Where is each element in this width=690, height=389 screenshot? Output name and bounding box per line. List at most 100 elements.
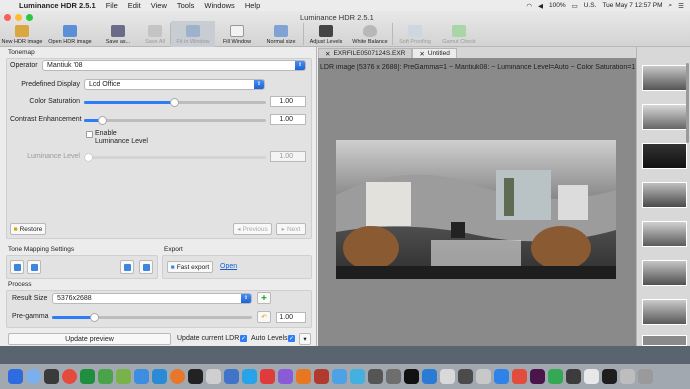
siri-icon[interactable]	[26, 369, 41, 384]
color-saturation-slider[interactable]	[84, 98, 266, 107]
soft-proofing-button[interactable]: Soft Proofing	[393, 21, 437, 47]
pre-gamma-slider[interactable]	[52, 313, 252, 322]
skype-icon[interactable]	[242, 369, 257, 384]
thumbnail-1[interactable]	[642, 65, 687, 91]
open-link[interactable]: Open	[220, 263, 237, 270]
maximize-icon[interactable]	[26, 14, 33, 21]
save-as-button[interactable]: Save as...	[96, 21, 140, 47]
tab-untitled[interactable]: ✕ Untitled	[412, 48, 457, 58]
thumbnail-scrollbar[interactable]	[686, 63, 689, 143]
image-viewer[interactable]: LDR image [5376 x 2688]: PreGamma=1 ~ Ma…	[318, 58, 636, 346]
new-hdr-button[interactable]: New HDR image	[0, 21, 44, 47]
fast-export-button[interactable]: ■ Fast export	[167, 261, 213, 273]
menu-app[interactable]: Luminance HDR 2.5.1	[14, 1, 101, 10]
auto-levels-checkbox[interactable]: ✓	[288, 335, 295, 342]
textedit-icon[interactable]	[584, 369, 599, 384]
update-preview-button[interactable]: Update preview	[8, 333, 171, 345]
thumbnail-7[interactable]	[642, 299, 687, 325]
menu-tools[interactable]: Tools	[172, 1, 200, 10]
thumbnail-4[interactable]	[642, 182, 687, 208]
clock[interactable]: Tue May 7 12:57 PM	[602, 2, 662, 9]
vlc-icon[interactable]	[296, 369, 311, 384]
android-icon[interactable]	[98, 369, 113, 384]
menu-windows[interactable]: Windows	[199, 1, 239, 10]
safari-icon[interactable]	[152, 369, 167, 384]
normal-size-button[interactable]: Normal size	[259, 21, 303, 47]
contrast-enhancement-slider[interactable]	[84, 116, 266, 125]
operator-select[interactable]: Mantiuk '08 ⇕	[42, 60, 306, 71]
github-icon[interactable]	[458, 369, 473, 384]
gamut-check-button[interactable]: Gamut Check	[437, 21, 481, 47]
wifi-icon[interactable]: ◠	[526, 2, 532, 10]
preview-icon[interactable]	[206, 369, 221, 384]
notes-icon[interactable]	[440, 369, 455, 384]
slider-knob[interactable]	[84, 153, 93, 162]
terminal-icon[interactable]	[188, 369, 203, 384]
restore-button[interactable]: ■ Restore	[10, 223, 46, 235]
battery-text[interactable]: 100%	[549, 2, 566, 9]
maps-icon[interactable]	[548, 369, 563, 384]
slider-knob[interactable]	[90, 313, 99, 322]
update-current-ldr-checkbox[interactable]: ✓	[240, 335, 247, 342]
slack-icon[interactable]	[530, 369, 545, 384]
fill-window-button[interactable]: Fill Window	[215, 21, 259, 47]
previous-button[interactable]: ◂ Previous	[233, 223, 272, 235]
thumbnail-2[interactable]	[642, 104, 687, 130]
thumbnail-8[interactable]	[642, 335, 687, 346]
fit-in-window-button[interactable]: Fit in Window	[171, 21, 215, 47]
add-size-button[interactable]: ✚	[257, 292, 271, 304]
settings-icon[interactable]	[386, 369, 401, 384]
white-balance-button[interactable]: White Balance	[348, 21, 392, 47]
result-size-select[interactable]: 5376x2688 ⇕	[52, 293, 252, 304]
close-icon[interactable]: ✕	[419, 50, 424, 58]
trash-icon[interactable]	[638, 369, 653, 384]
levels-menu-button[interactable]: ▾	[299, 333, 311, 345]
paste-settings-button[interactable]	[139, 260, 153, 274]
color-saturation-input[interactable]: 1.00	[270, 96, 306, 107]
monitor-icon[interactable]	[566, 369, 581, 384]
excel-icon[interactable]	[80, 369, 95, 384]
word-icon[interactable]	[224, 369, 239, 384]
firefox-icon[interactable]	[170, 369, 185, 384]
menu-file[interactable]: File	[101, 1, 123, 10]
tab-exrfile[interactable]: ✕ EXRFILE0507124S.EXR	[318, 48, 413, 58]
chrome-icon[interactable]	[62, 369, 77, 384]
thumbnail-6[interactable]	[642, 260, 687, 286]
save-all-button[interactable]: Save All	[140, 21, 170, 47]
menu-view[interactable]: View	[146, 1, 172, 10]
finder-icon[interactable]	[8, 369, 23, 384]
tools-icon[interactable]	[476, 369, 491, 384]
reset-gamma-button[interactable]: ↶	[257, 311, 271, 323]
photos-icon[interactable]	[278, 369, 293, 384]
downloads-icon[interactable]	[620, 369, 635, 384]
locale-text[interactable]: U.S.	[584, 2, 597, 9]
contrast-enhancement-input[interactable]: 1.00	[270, 114, 306, 125]
predefined-display-select[interactable]: Lcd Office ⇕	[84, 79, 265, 90]
copy-settings-button[interactable]	[120, 260, 134, 274]
teamviewer-icon[interactable]	[494, 369, 509, 384]
app-icon[interactable]	[314, 369, 329, 384]
save-settings-button[interactable]	[27, 260, 41, 274]
open-hdr-button[interactable]: Open HDR image	[44, 21, 96, 47]
app2-icon[interactable]	[512, 369, 527, 384]
luminance-level-slider[interactable]	[84, 153, 266, 162]
close-icon[interactable]	[4, 14, 11, 21]
appstore-icon[interactable]	[134, 369, 149, 384]
pdf-icon[interactable]	[260, 369, 275, 384]
menu-help[interactable]: Help	[240, 1, 265, 10]
enable-luminance-checkbox[interactable]	[86, 131, 93, 138]
close-icon[interactable]: ✕	[325, 50, 330, 58]
thumbnail-3[interactable]	[642, 143, 687, 169]
menu-list-icon[interactable]: ☰	[678, 2, 684, 10]
thumbnail-5[interactable]	[642, 221, 687, 247]
luminance-icon[interactable]	[602, 369, 617, 384]
iterm-icon[interactable]	[404, 369, 419, 384]
panorama-preview[interactable]	[336, 140, 616, 279]
adjust-levels-button[interactable]: Adjust Levels	[304, 21, 348, 47]
minimize-icon[interactable]	[15, 14, 22, 21]
sharing-icon[interactable]	[350, 369, 365, 384]
vscode-icon[interactable]	[422, 369, 437, 384]
volume-icon[interactable]: ◀	[538, 2, 543, 10]
menu-edit[interactable]: Edit	[123, 1, 146, 10]
next-button[interactable]: ▸ Next	[276, 223, 306, 235]
